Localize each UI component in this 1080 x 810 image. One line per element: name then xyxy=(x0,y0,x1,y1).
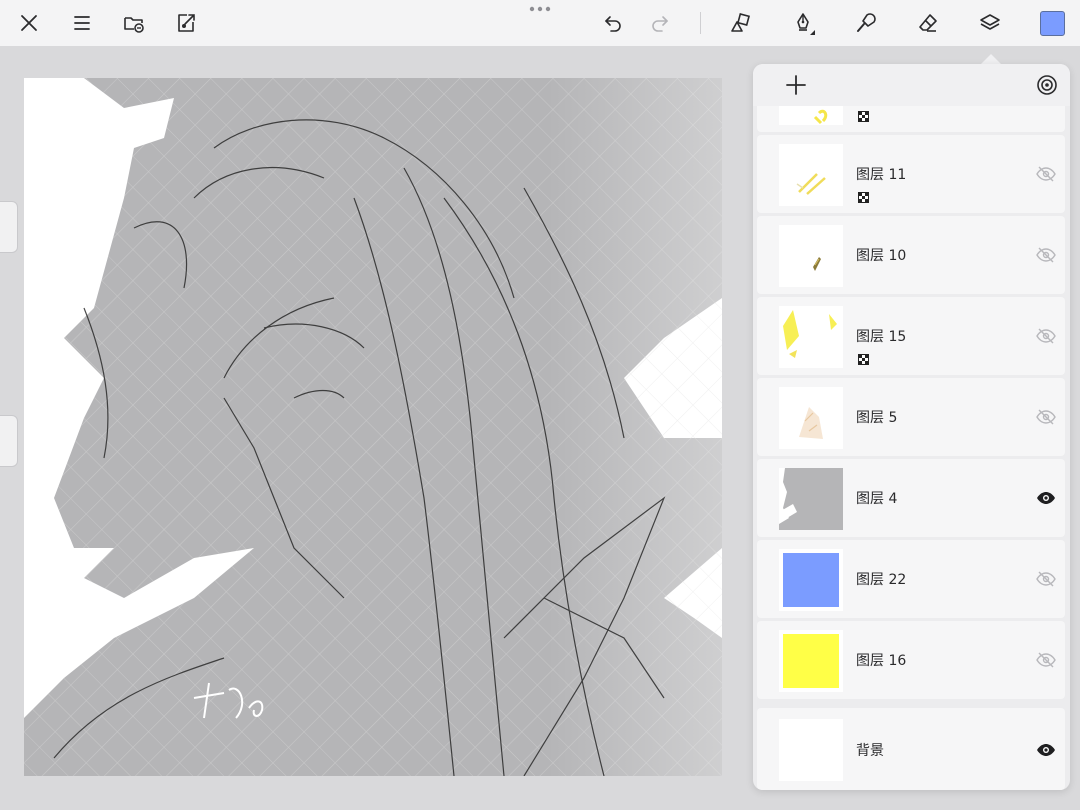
alpha-lock-icon xyxy=(858,192,869,203)
visibility-off-icon[interactable] xyxy=(1036,570,1056,588)
layer-row-background[interactable]: 背景 xyxy=(757,708,1065,790)
smudge-tool-icon[interactable] xyxy=(850,7,882,39)
layer-thumbnail xyxy=(779,225,843,287)
layer-name: 图层 16 xyxy=(856,653,907,669)
current-color-swatch[interactable] xyxy=(1040,11,1065,36)
layer-row[interactable]: 图层 22 xyxy=(757,540,1065,618)
layer-row[interactable]: 图层 15 xyxy=(757,297,1065,375)
layers-icon[interactable] xyxy=(974,7,1006,39)
layers-panel-header xyxy=(753,64,1070,106)
layer-thumbnail xyxy=(779,468,843,530)
close-icon[interactable] xyxy=(13,7,45,39)
alpha-lock-icon xyxy=(858,111,869,122)
layer-name: 图层 5 xyxy=(856,410,898,426)
add-layer-icon[interactable] xyxy=(783,72,809,98)
pen-tool-icon[interactable] xyxy=(787,7,819,39)
drawing-canvas[interactable] xyxy=(24,78,722,776)
layer-name: 图层 10 xyxy=(856,248,907,264)
redo-icon[interactable] xyxy=(644,7,676,39)
layer-row[interactable]: 图层 5 xyxy=(757,378,1065,456)
visibility-off-icon[interactable] xyxy=(1036,408,1056,426)
layer-name: 图层 11 xyxy=(856,167,907,183)
layer-thumbnail xyxy=(779,630,843,692)
layer-thumbnail xyxy=(779,106,843,125)
visibility-on-icon[interactable] xyxy=(1036,489,1056,507)
visibility-off-icon[interactable] xyxy=(1036,165,1056,183)
layer-name: 图层 4 xyxy=(856,491,898,507)
toolbar-divider xyxy=(700,12,701,34)
top-toolbar xyxy=(0,0,1080,46)
visibility-off-icon[interactable] xyxy=(1036,246,1056,264)
layer-row[interactable]: 图层 10 xyxy=(757,216,1065,294)
drag-handle-icon[interactable] xyxy=(528,4,552,14)
layer-list: 图层 11 图层 10 图层 15 图层 5 图层 4 图层 22 图层 16 … xyxy=(753,106,1070,790)
layers-panel: 图层 11 图层 10 图层 15 图层 5 图层 4 图层 22 图层 16 … xyxy=(753,64,1070,790)
layer-row[interactable] xyxy=(757,106,1065,132)
menu-icon[interactable] xyxy=(66,7,98,39)
shape-tool-icon[interactable] xyxy=(724,7,756,39)
layer-thumbnail xyxy=(779,549,843,611)
layer-row[interactable]: 图层 4 xyxy=(757,459,1065,537)
layer-row[interactable]: 图层 11 xyxy=(757,135,1065,213)
layer-thumbnail xyxy=(779,144,843,206)
opacity-slider[interactable] xyxy=(0,415,18,467)
alpha-lock-icon xyxy=(858,354,869,365)
layer-name: 背景 xyxy=(856,743,884,759)
visibility-on-icon[interactable] xyxy=(1036,741,1056,759)
layer-thumbnail xyxy=(779,719,843,781)
layer-name: 图层 22 xyxy=(856,572,907,588)
visibility-off-icon[interactable] xyxy=(1036,327,1056,345)
layer-thumbnail xyxy=(779,387,843,449)
artwork xyxy=(24,78,722,776)
import-folder-icon[interactable] xyxy=(118,7,150,39)
layer-thumbnail xyxy=(779,306,843,368)
visibility-off-icon[interactable] xyxy=(1036,651,1056,669)
layer-row[interactable]: 图层 16 xyxy=(757,621,1065,699)
undo-icon[interactable] xyxy=(597,7,629,39)
eraser-tool-icon[interactable] xyxy=(912,7,944,39)
layer-options-icon[interactable] xyxy=(1036,74,1058,96)
layer-name: 图层 15 xyxy=(856,329,907,345)
export-icon[interactable] xyxy=(170,7,202,39)
brush-size-slider[interactable] xyxy=(0,201,18,253)
